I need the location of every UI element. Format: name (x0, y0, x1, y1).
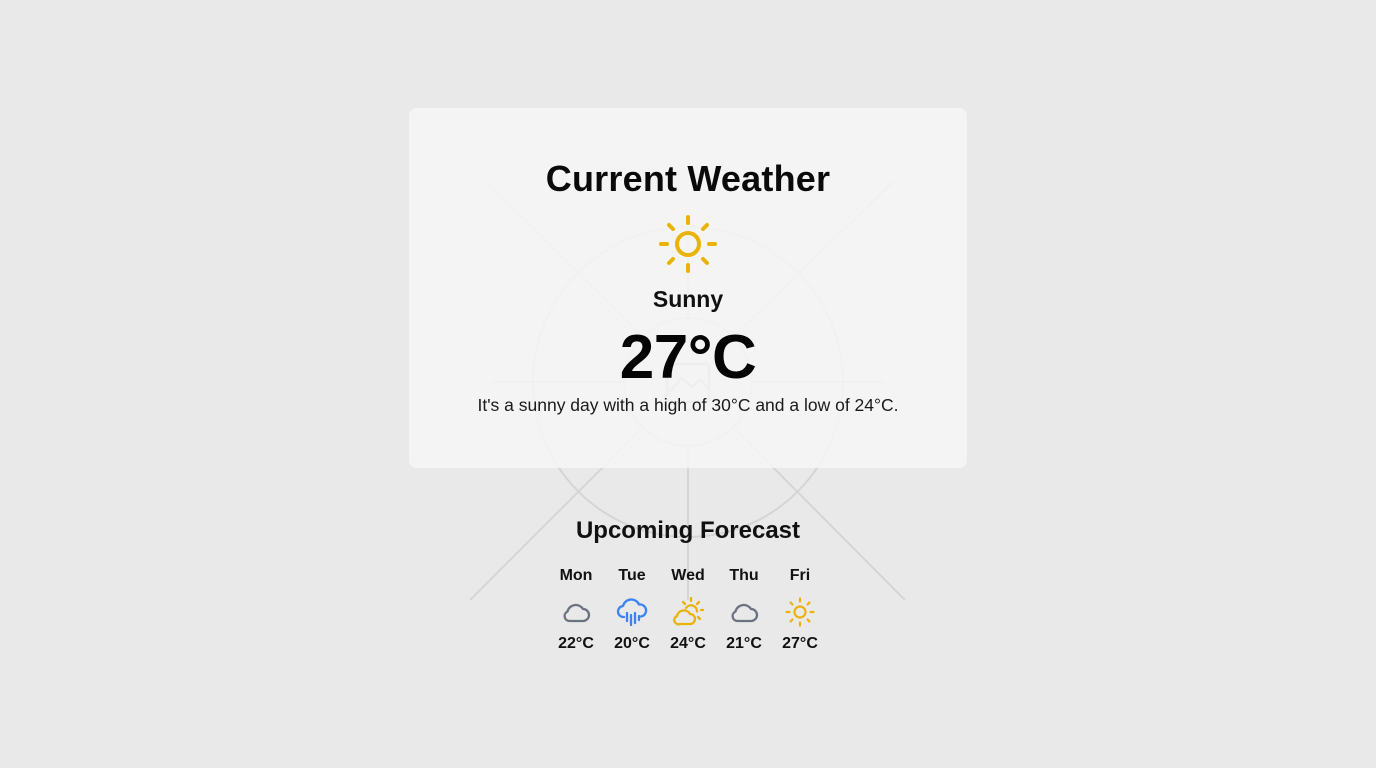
forecast-day-label: Wed (671, 567, 705, 584)
forecast-temperature: 24°C (670, 635, 706, 652)
partly-cloudy-icon (673, 596, 704, 626)
forecast-day-mon: Mon 22°C (548, 566, 604, 666)
forecast-day-label: Thu (729, 567, 759, 584)
current-temperature: 27°C (619, 323, 757, 392)
forecast-day-label: Mon (559, 567, 593, 584)
sun-icon (785, 597, 815, 627)
current-weather-card: Current Weather Sunny 27°C It's a sunny … (409, 108, 967, 468)
cloud-icon (563, 603, 591, 623)
forecast-day-thu: Thu 21°C (716, 566, 772, 666)
forecast-day-label: Fri (789, 567, 811, 584)
forecast-day-fri: Fri 27°C (772, 566, 828, 666)
cloud-icon (731, 603, 759, 623)
sun-icon (659, 215, 717, 273)
forecast-day-wed: Wed 24°C (660, 566, 716, 666)
current-weather-title: Current Weather (545, 158, 831, 199)
rain-icon (616, 598, 648, 627)
forecast-list: Mon 22°C Tue 20°C Wed 24°C Thu 21°C Fri … (548, 566, 828, 666)
forecast-temperature: 20°C (614, 635, 650, 652)
weather-page: Current Weather Sunny 27°C It's a sunny … (0, 0, 1376, 768)
forecast-day-tue: Tue 20°C (604, 566, 660, 666)
forecast-title: Upcoming Forecast (575, 517, 801, 544)
forecast-temperature: 27°C (782, 635, 818, 652)
forecast-temperature: 22°C (558, 635, 594, 652)
weather-description: It's a sunny day with a high of 30°C and… (477, 395, 899, 415)
forecast-day-label: Tue (618, 567, 646, 584)
current-condition: Sunny (652, 286, 724, 312)
forecast-temperature: 21°C (726, 635, 762, 652)
